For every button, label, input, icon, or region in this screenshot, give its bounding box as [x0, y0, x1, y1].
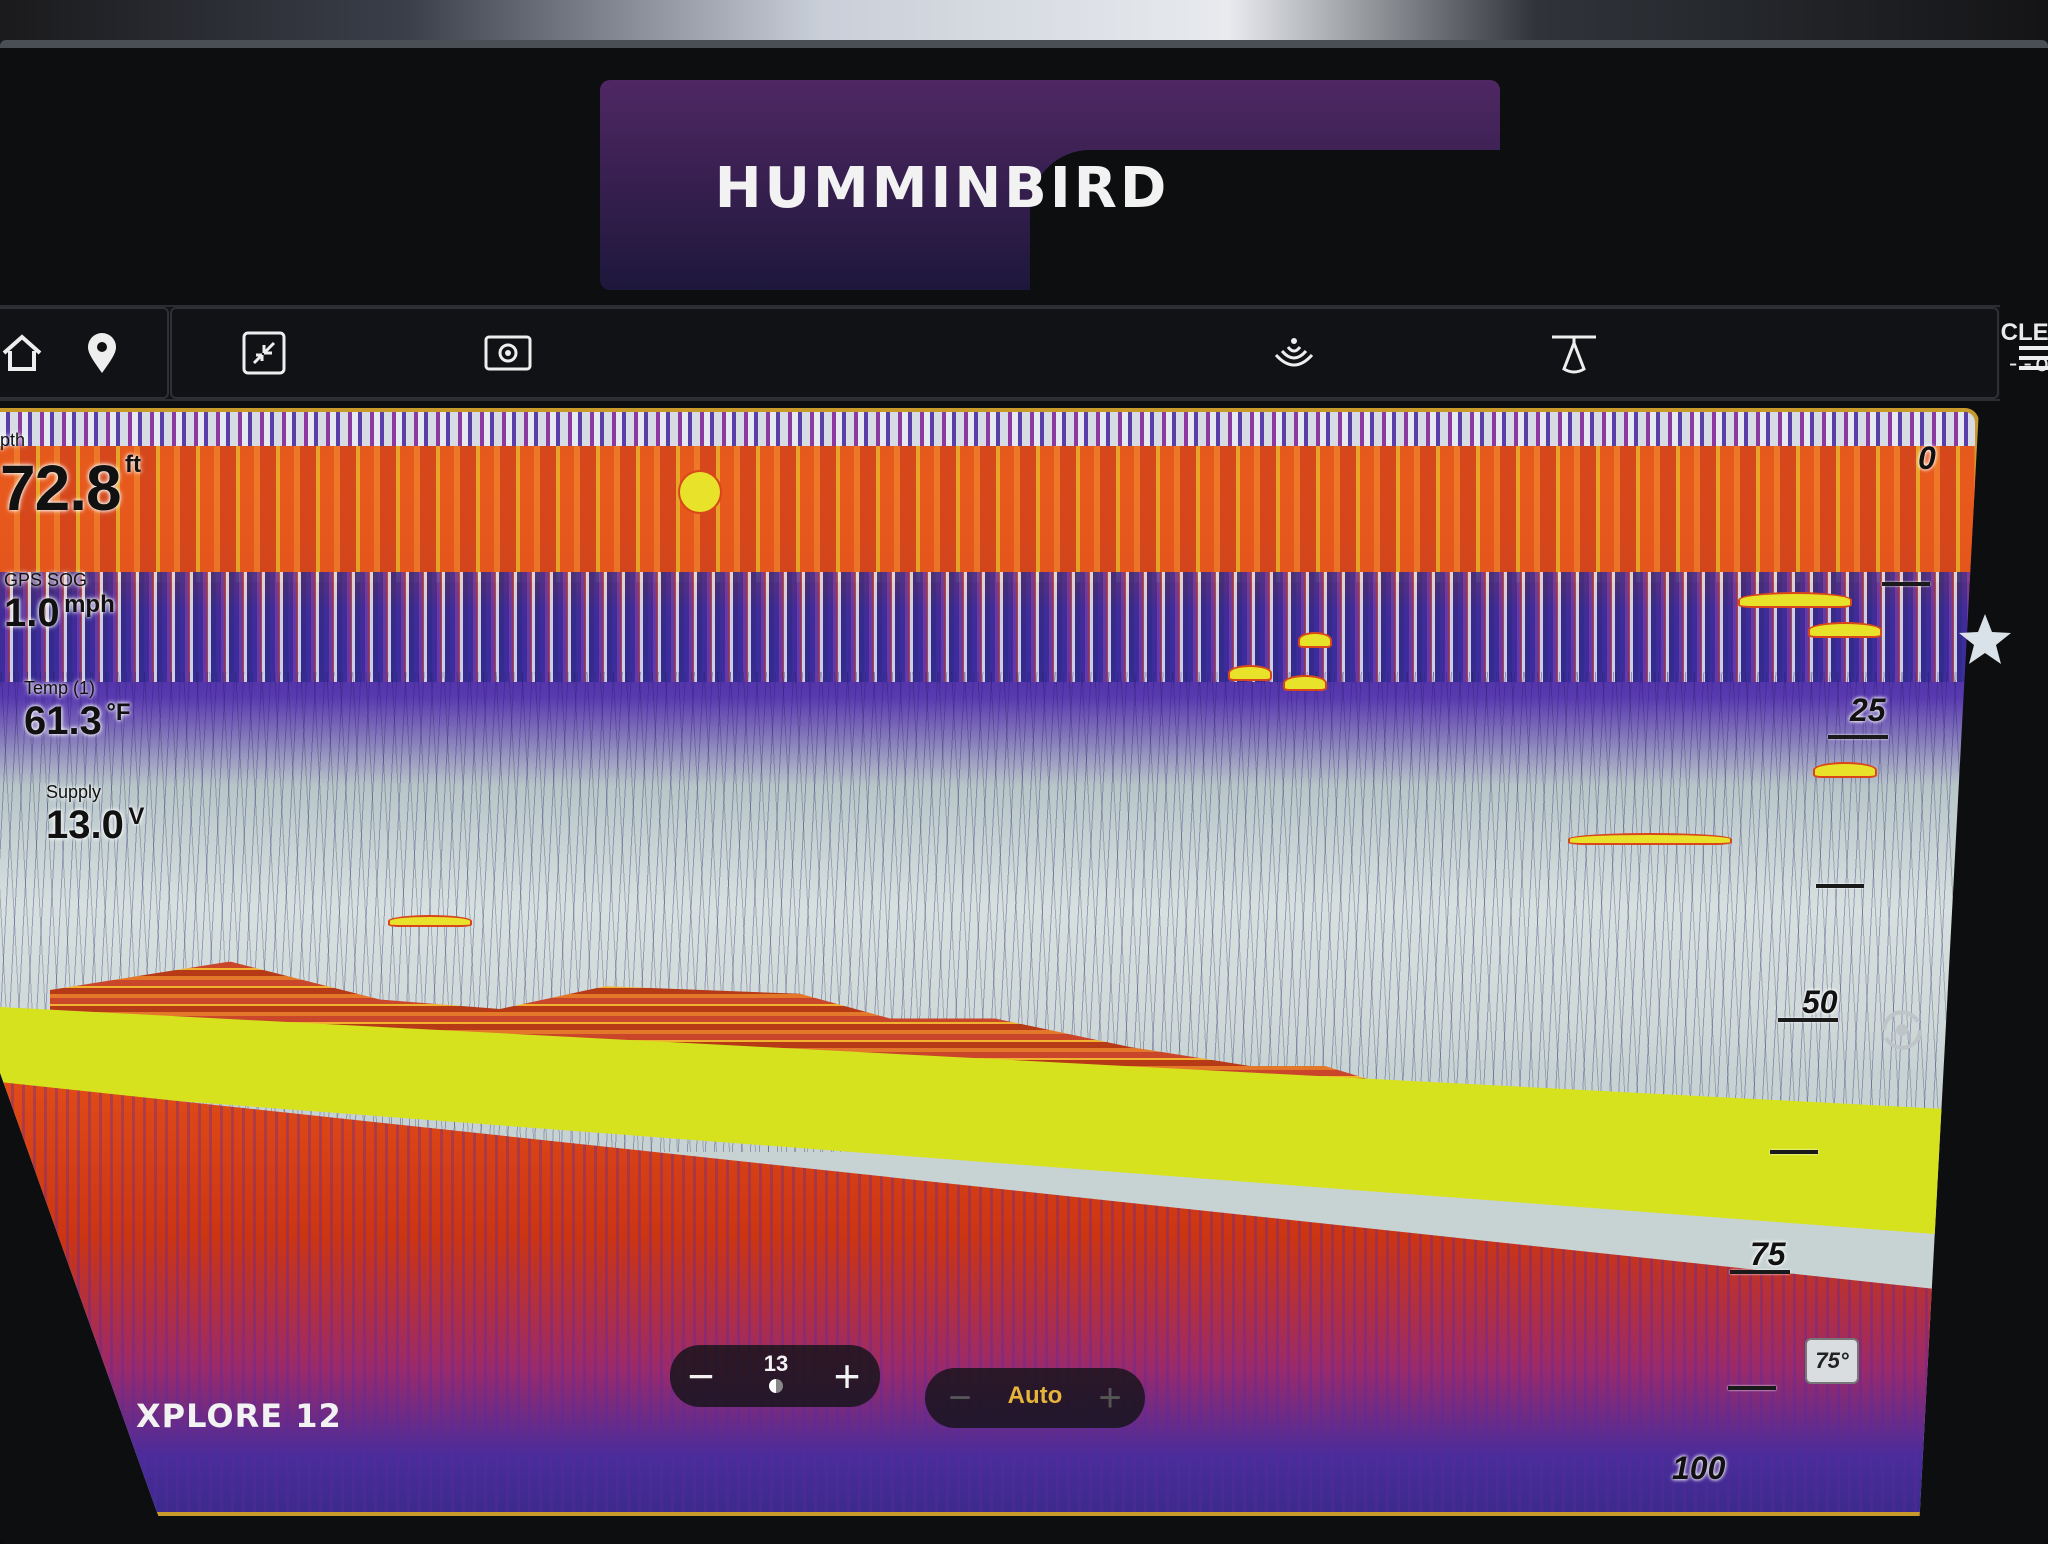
fish-arch: [1230, 667, 1270, 679]
sensitivity-plus-button[interactable]: +: [1085, 1372, 1135, 1424]
sensitivity-minus-button[interactable]: −: [935, 1372, 985, 1424]
fish-arch: [1810, 624, 1880, 636]
sog-label: GPS SOG: [4, 570, 88, 590]
temp-readout: Temp (1) 61.3 °F: [24, 678, 131, 744]
top-toolbar: CLEAR --o +: [0, 305, 2048, 401]
fish-arch: [1285, 677, 1325, 689]
fish-arch: [1570, 835, 1730, 843]
depth-scale-tick: [1730, 1270, 1790, 1274]
bait-ball: [680, 472, 720, 512]
depth-scale-tick: [1778, 1018, 1838, 1022]
temp-label: Temp (1): [24, 678, 96, 698]
temp-unit: °F: [106, 699, 131, 726]
toolbar-group-nav: [0, 307, 169, 399]
range-dot-icon: [769, 1379, 783, 1393]
depth-scale-tick: [1770, 1150, 1818, 1154]
rotate-view-button[interactable]: [1872, 1000, 1932, 1065]
rotate-icon: [1882, 1010, 1922, 1050]
home-icon: [2, 334, 42, 371]
waypoint-button[interactable]: [72, 323, 132, 383]
map-pin-icon: [88, 333, 116, 373]
depth-scale-label: 0: [1918, 440, 1936, 476]
depth-scale-label: 25: [1850, 692, 1886, 728]
model-name: XPLORE 12: [136, 1397, 342, 1435]
favorite-button[interactable]: [1955, 610, 2015, 675]
depth-scale-tick: [1828, 735, 1888, 739]
transducer-cone-icon: [1552, 335, 1596, 374]
depth-unit: ft: [125, 451, 141, 478]
transducer-button[interactable]: [1544, 323, 1604, 383]
home-button[interactable]: [0, 323, 52, 383]
toolbar-group-main: CLEAR --o +: [170, 307, 2048, 399]
sonar-view-button[interactable]: [1264, 323, 1324, 383]
supply-readout: Supply 13.0 V: [46, 782, 144, 848]
depth-scale-tick: [1728, 1386, 1776, 1390]
range-value-text: 13: [763, 1351, 789, 1376]
surface-noise: [0, 412, 1975, 446]
depth-scale-label: 75: [1750, 1236, 1786, 1272]
fish-arch: [1300, 634, 1330, 646]
sonar-canvas[interactable]: [0, 412, 1975, 1512]
sonar-signal-icon: [1274, 338, 1314, 367]
range-control: − 13 +: [670, 1345, 880, 1407]
zoom-fit-button[interactable]: [234, 323, 294, 383]
settings-screen-icon: [484, 335, 532, 371]
depth-scale-tick: [1816, 884, 1864, 888]
thermocline-band: [0, 572, 1975, 682]
depth-readout: pth 72.8 ft: [0, 430, 141, 525]
supply-label: Supply: [46, 782, 102, 802]
range-plus-button[interactable]: +: [820, 1349, 874, 1403]
range-value: 13: [746, 1351, 806, 1393]
fish-arch: [1815, 764, 1875, 776]
surface-clutter: [0, 432, 1975, 582]
fish-arch: [390, 917, 470, 925]
depth-value: 72.8: [0, 452, 122, 524]
sog-readout: GPS SOG 1.0 mph: [4, 570, 115, 636]
depth-label: pth: [0, 430, 26, 450]
depth-scale-tick: [1882, 582, 1930, 586]
water-temp-badge[interactable]: 75°: [1805, 1338, 1859, 1384]
menu-button[interactable]: [2015, 338, 2048, 378]
zoom-fit-icon: [242, 331, 286, 375]
brand-logo: HUMMINBIRD: [714, 156, 1170, 221]
supply-unit: V: [128, 803, 145, 830]
temp-value: 61.3: [24, 699, 102, 743]
range-minus-button[interactable]: −: [674, 1349, 728, 1403]
settings-button[interactable]: [478, 323, 538, 383]
sensitivity-control: − Auto +: [925, 1368, 1145, 1428]
depth-scale-label: 50: [1802, 984, 1838, 1020]
depth-scale-label: 100: [1672, 1450, 1726, 1486]
sonar-display[interactable]: [0, 408, 1979, 1516]
star-icon: [1959, 614, 2011, 664]
sensitivity-auto-label[interactable]: Auto: [1000, 1382, 1070, 1410]
menu-icon: [2019, 346, 2048, 370]
sog-unit: mph: [64, 591, 115, 618]
supply-value: 13.0: [46, 803, 124, 847]
fish-arch: [1740, 594, 1850, 606]
sog-value: 1.0: [4, 591, 60, 635]
